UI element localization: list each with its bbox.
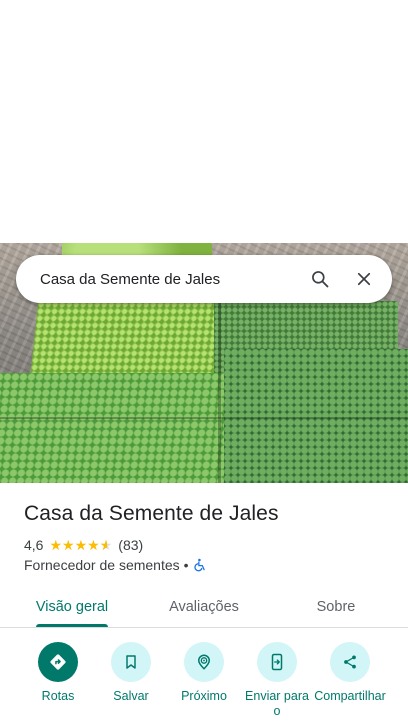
search-bar[interactable] [16,255,392,303]
save-button-circle[interactable] [111,642,151,682]
place-title: Casa da Semente de Jales [24,502,279,525]
share-label: Compartilhar [314,689,386,703]
wheelchair-icon [193,558,205,572]
send-to-phone-label: Enviar para o [245,689,309,718]
share-icon [344,655,356,669]
star-half-icon: ★ [100,537,113,554]
save-button[interactable]: Salvar [91,642,171,704]
tab-label: Avaliações [169,599,239,615]
category-row: Fornecedor de sementes • [24,557,207,573]
active-tab-indicator [36,624,108,627]
send-to-phone-icon [271,653,283,671]
rating-stars: ★ ★ ★ ★ ★ [49,537,112,554]
directions-button-circle[interactable] [38,642,78,682]
search-input[interactable] [40,270,298,288]
star-icon: ★ [87,536,100,553]
share-button[interactable]: Compartilhar [310,642,390,704]
nearby-button[interactable]: Próximo [164,642,244,704]
tab-label: Visão geral [35,599,109,615]
rating-row[interactable]: 4,6 ★ ★ ★ ★ ★ (83) [24,536,143,554]
rating-value: 4,6 [24,537,44,553]
bookmark-icon [126,655,136,669]
seedling-tray [224,349,408,483]
place-tabs: Visão geral Avaliações Sobre [0,586,408,628]
directions-button[interactable]: Rotas [18,642,98,704]
search-icon [312,271,329,288]
search-button[interactable] [298,257,342,301]
directions-label: Rotas [41,689,75,703]
place-category: Fornecedor de sementes [24,557,180,573]
nearby-button-circle[interactable] [184,642,224,682]
tray-divider [218,301,221,483]
tab-overview[interactable]: Visão geral [24,586,120,628]
star-icon: ★ [49,536,63,553]
review-count[interactable]: (83) [118,537,143,553]
star-icon: ★ [62,536,75,553]
tray-divider [0,417,408,419]
save-label: Salvar [113,689,149,703]
separator-dot: • [183,557,189,573]
tab-about[interactable]: Sobre [300,586,372,628]
map-blank-area [0,0,408,243]
tab-label: Sobre [316,599,356,615]
share-button-circle[interactable] [330,642,370,682]
send-to-phone-button-circle[interactable] [257,642,297,682]
seedling-tray [0,373,236,483]
directions-icon [50,654,66,670]
tab-reviews[interactable]: Avaliações [152,586,256,628]
close-icon [357,272,371,286]
nearby-icon [197,654,211,670]
nearby-label: Próximo [181,689,227,703]
star-icon: ★ [74,536,88,553]
send-to-phone-button[interactable]: Enviar para o [237,642,317,719]
clear-search-button[interactable] [342,257,386,301]
